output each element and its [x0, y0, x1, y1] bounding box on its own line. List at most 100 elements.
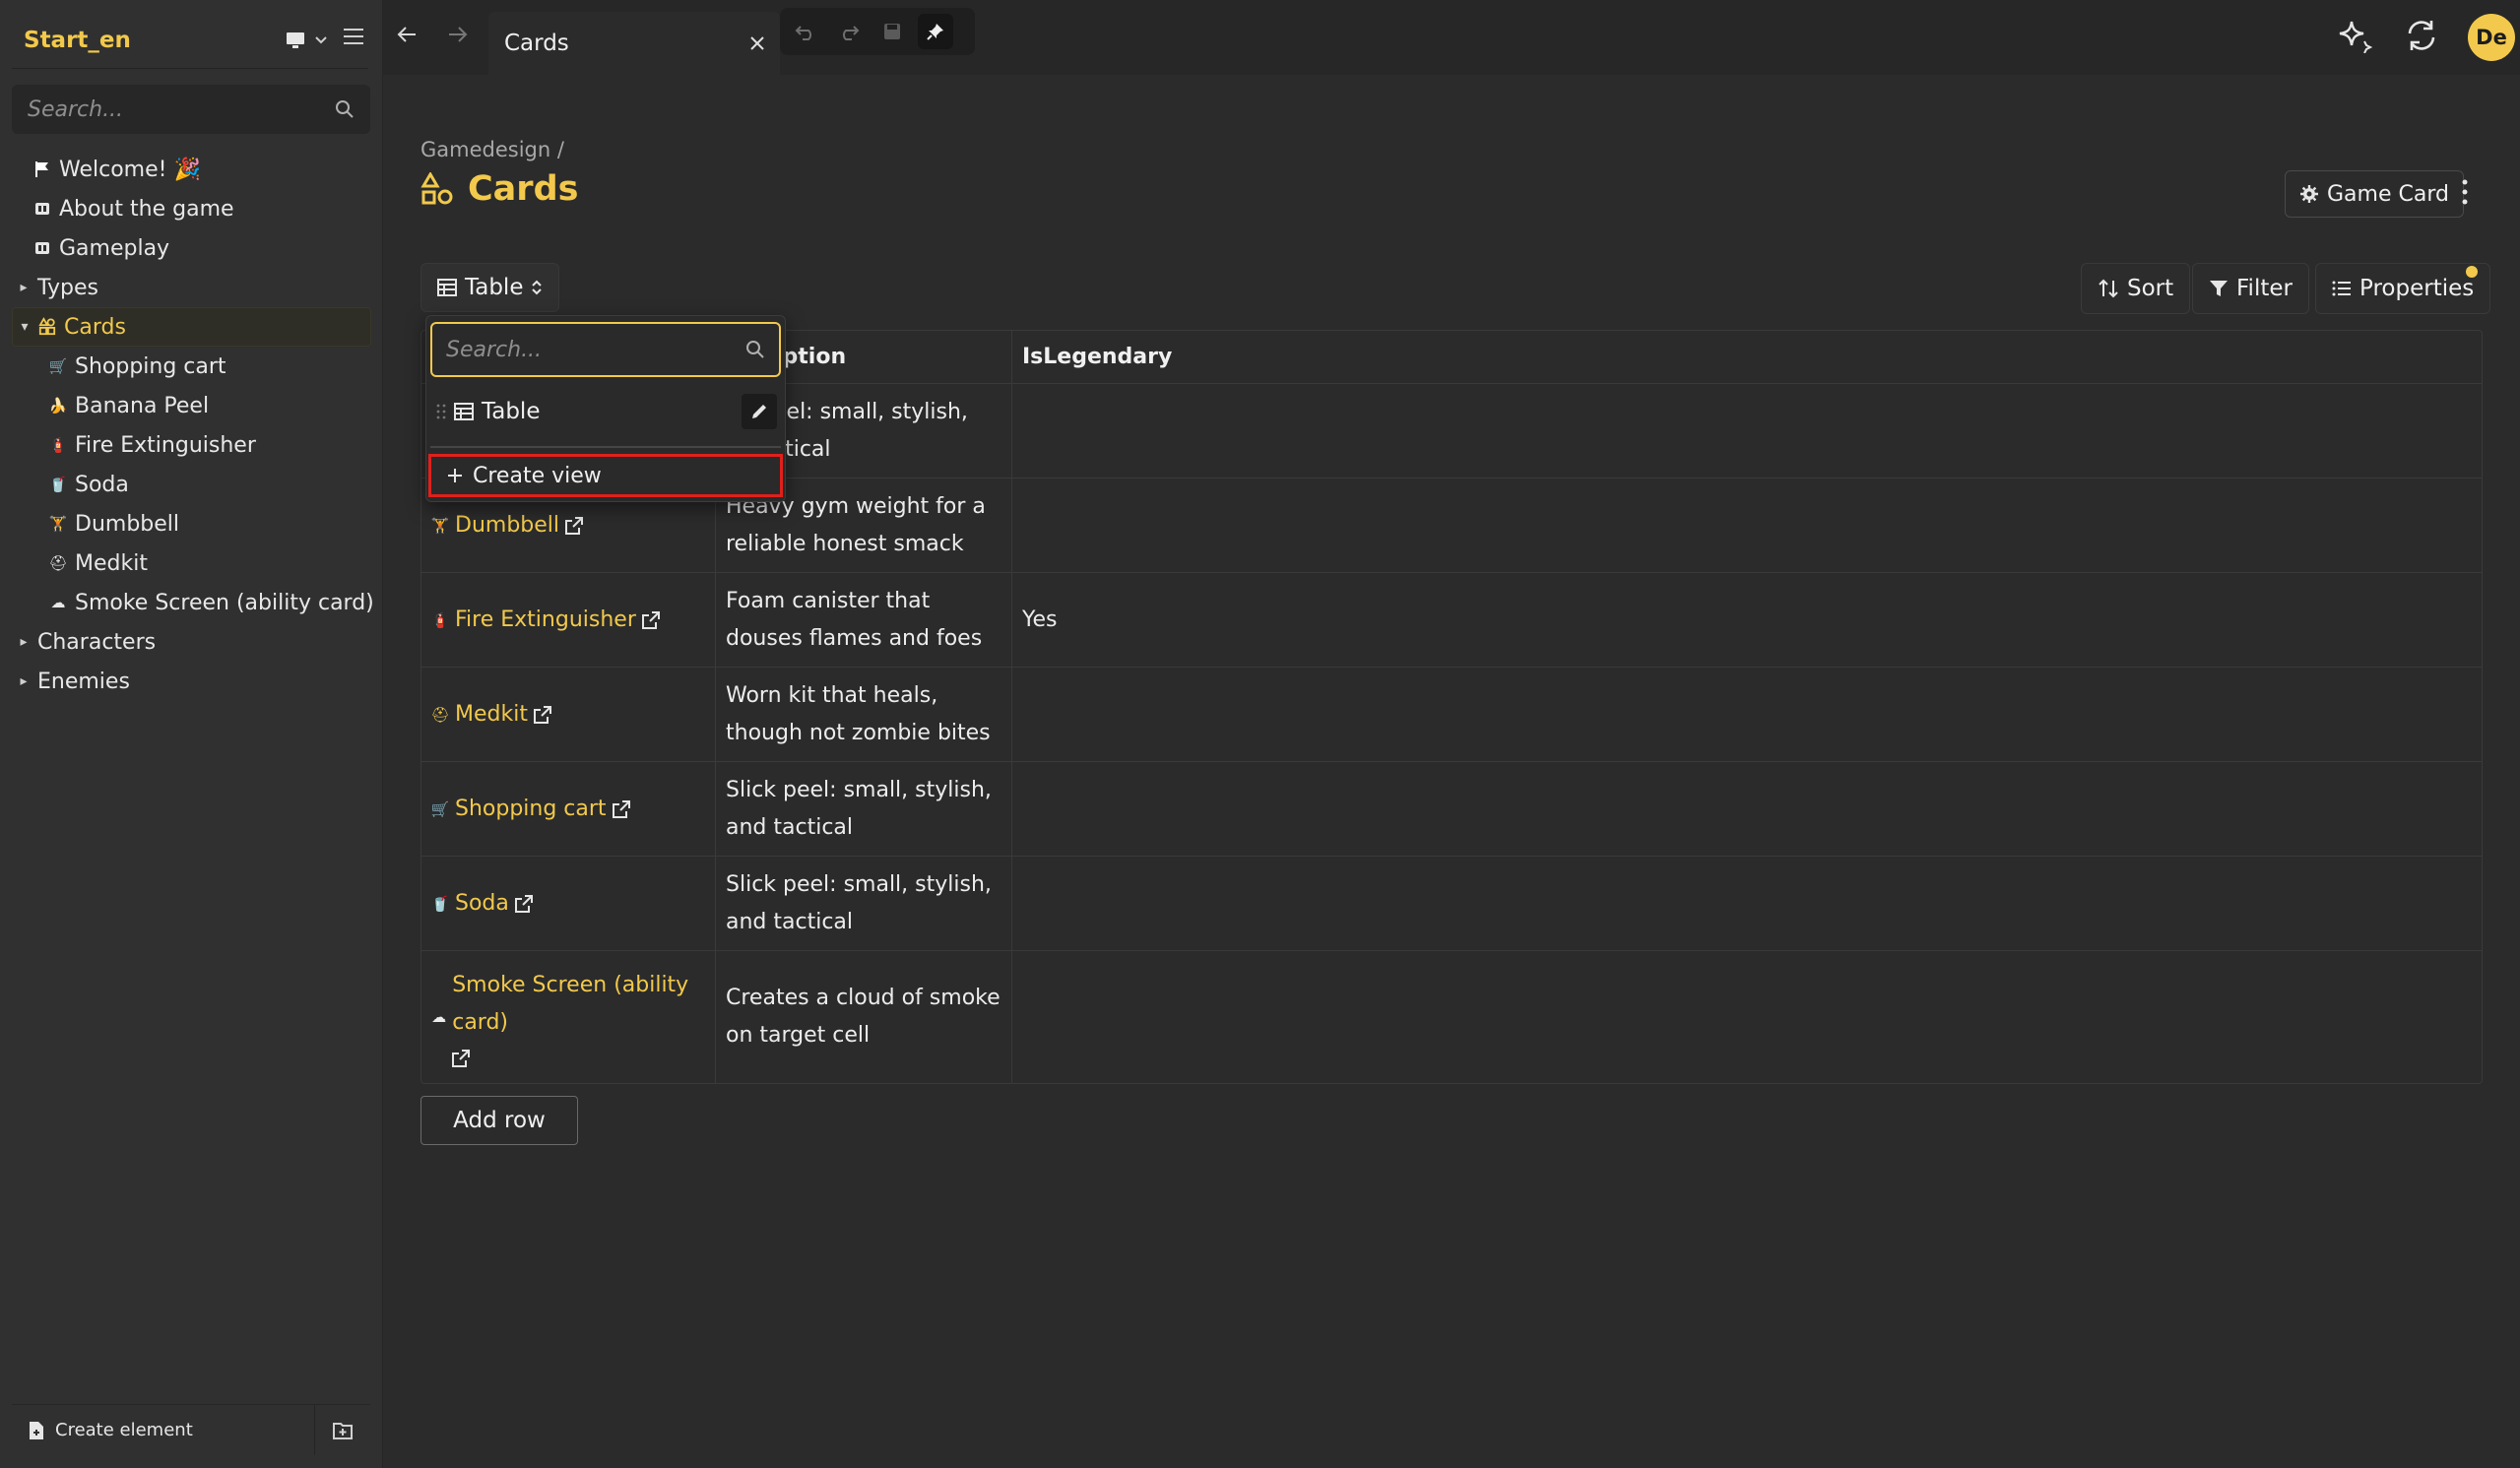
refresh-icon	[2408, 21, 2435, 50]
islegendary-cell[interactable]	[1012, 384, 2482, 478]
page-title-text: Cards	[468, 169, 579, 209]
sidebar-item-label: Welcome! 🎉	[59, 157, 201, 182]
sidebar-item-cards[interactable]: ▾ Cards	[12, 307, 371, 347]
search-icon	[746, 341, 764, 358]
create-element-button[interactable]: Create element	[12, 1405, 315, 1455]
table-row[interactable]: 🛒 Shopping cart Slick peel: small, styli…	[421, 762, 2482, 857]
caret-right-icon[interactable]: ▸	[18, 280, 30, 295]
islegendary-cell[interactable]	[1012, 762, 2482, 856]
view-selector-button[interactable]: Table	[420, 263, 560, 312]
pin-button[interactable]	[918, 14, 953, 49]
filter-icon	[2210, 281, 2228, 296]
external-link-icon[interactable]	[533, 705, 551, 724]
redo-button[interactable]	[831, 14, 867, 49]
back-button[interactable]	[397, 26, 417, 43]
workspace-name[interactable]: Start_en	[24, 28, 286, 53]
sidebar-item-banana-peel[interactable]: 🍌 Banana Peel	[0, 386, 383, 425]
caret-down-icon[interactable]: ▾	[19, 319, 31, 335]
description-cell[interactable]: Worn kit that heals, though not zombie b…	[716, 668, 1012, 761]
name-cell[interactable]: 🛒 Shopping cart	[421, 762, 716, 856]
name-cell[interactable]: 🧯 Fire Extinguisher	[421, 573, 716, 667]
device-selector[interactable]	[286, 32, 327, 49]
filter-button[interactable]: Filter	[2192, 263, 2309, 314]
sidebar-item-about-the-game[interactable]: About the game	[0, 189, 383, 228]
sidebar-item-label: Characters	[37, 629, 157, 655]
sidebar-item-smoke-screen[interactable]: ☁ Smoke Screen (ability card)	[0, 583, 383, 622]
edit-view-button[interactable]	[742, 394, 777, 429]
properties-button[interactable]: Properties	[2315, 263, 2491, 314]
sidebar-item-label: Smoke Screen (ability card)	[75, 590, 374, 615]
sidebar-item-label: Shopping cart	[75, 353, 226, 379]
card-link[interactable]: Smoke Screen (ability card)	[452, 967, 705, 1067]
create-view-label: Create view	[473, 463, 602, 488]
description-cell[interactable]: Slick peel: small, stylish, and tactical	[716, 762, 1012, 856]
sidebar-item-characters[interactable]: ▸ Characters	[0, 622, 383, 662]
external-link-icon[interactable]	[565, 516, 584, 535]
islegendary-cell[interactable]	[1012, 951, 2482, 1083]
sidebar-item-welcome[interactable]: Welcome! 🎉	[0, 150, 383, 189]
name-cell[interactable]: 🥤 Soda	[421, 857, 716, 950]
view-search-input[interactable]: Search...	[430, 322, 781, 377]
sidebar-item-medkit[interactable]: ⛑ Medkit	[0, 543, 383, 583]
user-avatar[interactable]: De	[2468, 14, 2515, 61]
external-link-icon[interactable]	[641, 610, 660, 629]
breadcrumb[interactable]: Gamedesign /	[420, 138, 564, 161]
search-icon	[336, 100, 354, 118]
description-cell[interactable]: Creates a cloud of smoke on target cell	[716, 951, 1012, 1083]
name-cell[interactable]: ☁ Smoke Screen (ability card)	[421, 951, 716, 1083]
add-row-button[interactable]: Add row	[420, 1096, 578, 1145]
undo-button[interactable]	[788, 14, 823, 49]
tab-title: Cards	[504, 31, 569, 56]
create-view-button[interactable]: Create view	[428, 454, 783, 497]
column-header-islegendary[interactable]: IsLegendary	[1012, 331, 2482, 383]
caret-right-icon[interactable]: ▸	[18, 673, 30, 689]
card-link[interactable]: 🏋 Dumbbell	[431, 507, 584, 544]
external-link-icon[interactable]	[452, 1050, 471, 1067]
islegendary-cell[interactable]: Yes	[1012, 573, 2482, 667]
save-button[interactable]	[874, 14, 910, 49]
card-link[interactable]: 🧯 Fire Extinguisher	[431, 602, 660, 639]
create-element-label: Create element	[55, 1420, 193, 1440]
sidebar-item-enemies[interactable]: ▸ Enemies	[0, 662, 383, 701]
tab-cards[interactable]: Cards	[488, 12, 780, 75]
table-row[interactable]: 🥤 Soda Slick peel: small, stylish, and t…	[421, 857, 2482, 951]
new-folder-icon	[333, 1422, 353, 1439]
sync-button[interactable]	[2404, 18, 2439, 53]
table-row[interactable]: ☁ Smoke Screen (ability card) Creates a …	[421, 951, 2482, 1083]
external-link-icon[interactable]	[514, 894, 533, 913]
drag-handle-icon[interactable]	[436, 403, 446, 420]
sidebar-menu-button[interactable]	[343, 28, 364, 45]
sidebar-item-gameplay[interactable]: Gameplay	[0, 228, 383, 268]
forward-button[interactable]	[448, 26, 468, 43]
caret-right-icon[interactable]: ▸	[18, 634, 30, 650]
soda-icon: 🥤	[48, 476, 68, 493]
card-link[interactable]: 🥤 Soda	[431, 885, 533, 923]
template-button[interactable]: Game Card	[2285, 170, 2464, 218]
template-button-label: Game Card	[2327, 181, 2449, 207]
islegendary-cell[interactable]	[1012, 479, 2482, 572]
card-link[interactable]: ⛑ Medkit	[430, 696, 551, 734]
islegendary-cell[interactable]	[1012, 668, 2482, 761]
table-row[interactable]: ⛑ Medkit Worn kit that heals, though not…	[421, 668, 2482, 762]
external-link-icon[interactable]	[612, 799, 630, 818]
table-row[interactable]: 🧯 Fire Extinguisher Foam canister that d…	[421, 573, 2482, 668]
more-options-button[interactable]	[2461, 179, 2469, 205]
sidebar-item-fire-extinguisher[interactable]: 🧯 Fire Extinguisher	[0, 425, 383, 465]
sidebar-item-soda[interactable]: 🥤 Soda	[0, 465, 383, 504]
islegendary-cell[interactable]	[1012, 857, 2482, 950]
sidebar-item-shopping-cart[interactable]: 🛒 Shopping cart	[0, 347, 383, 386]
description-cell[interactable]: Foam canister that douses flames and foe…	[716, 573, 1012, 667]
sidebar-item-types[interactable]: ▸ Types	[0, 268, 383, 307]
sidebar-item-dumbbell[interactable]: 🏋 Dumbbell	[0, 504, 383, 543]
view-item-table[interactable]: Table	[430, 389, 781, 434]
close-icon[interactable]	[750, 36, 764, 50]
card-link[interactable]: 🛒 Shopping cart	[431, 791, 630, 828]
sort-button[interactable]: Sort	[2081, 263, 2191, 314]
ai-assistant-button[interactable]	[2337, 18, 2372, 53]
description-cell[interactable]: Slick peel: small, stylish, and tactical	[716, 857, 1012, 950]
create-folder-button[interactable]	[315, 1405, 370, 1455]
name-cell[interactable]: ⛑ Medkit	[421, 668, 716, 761]
sidebar: Start_en Search... Welcome! 🎉 About the …	[0, 0, 383, 1468]
arrow-left-icon	[397, 27, 416, 42]
sidebar-search-input[interactable]: Search...	[12, 85, 370, 134]
